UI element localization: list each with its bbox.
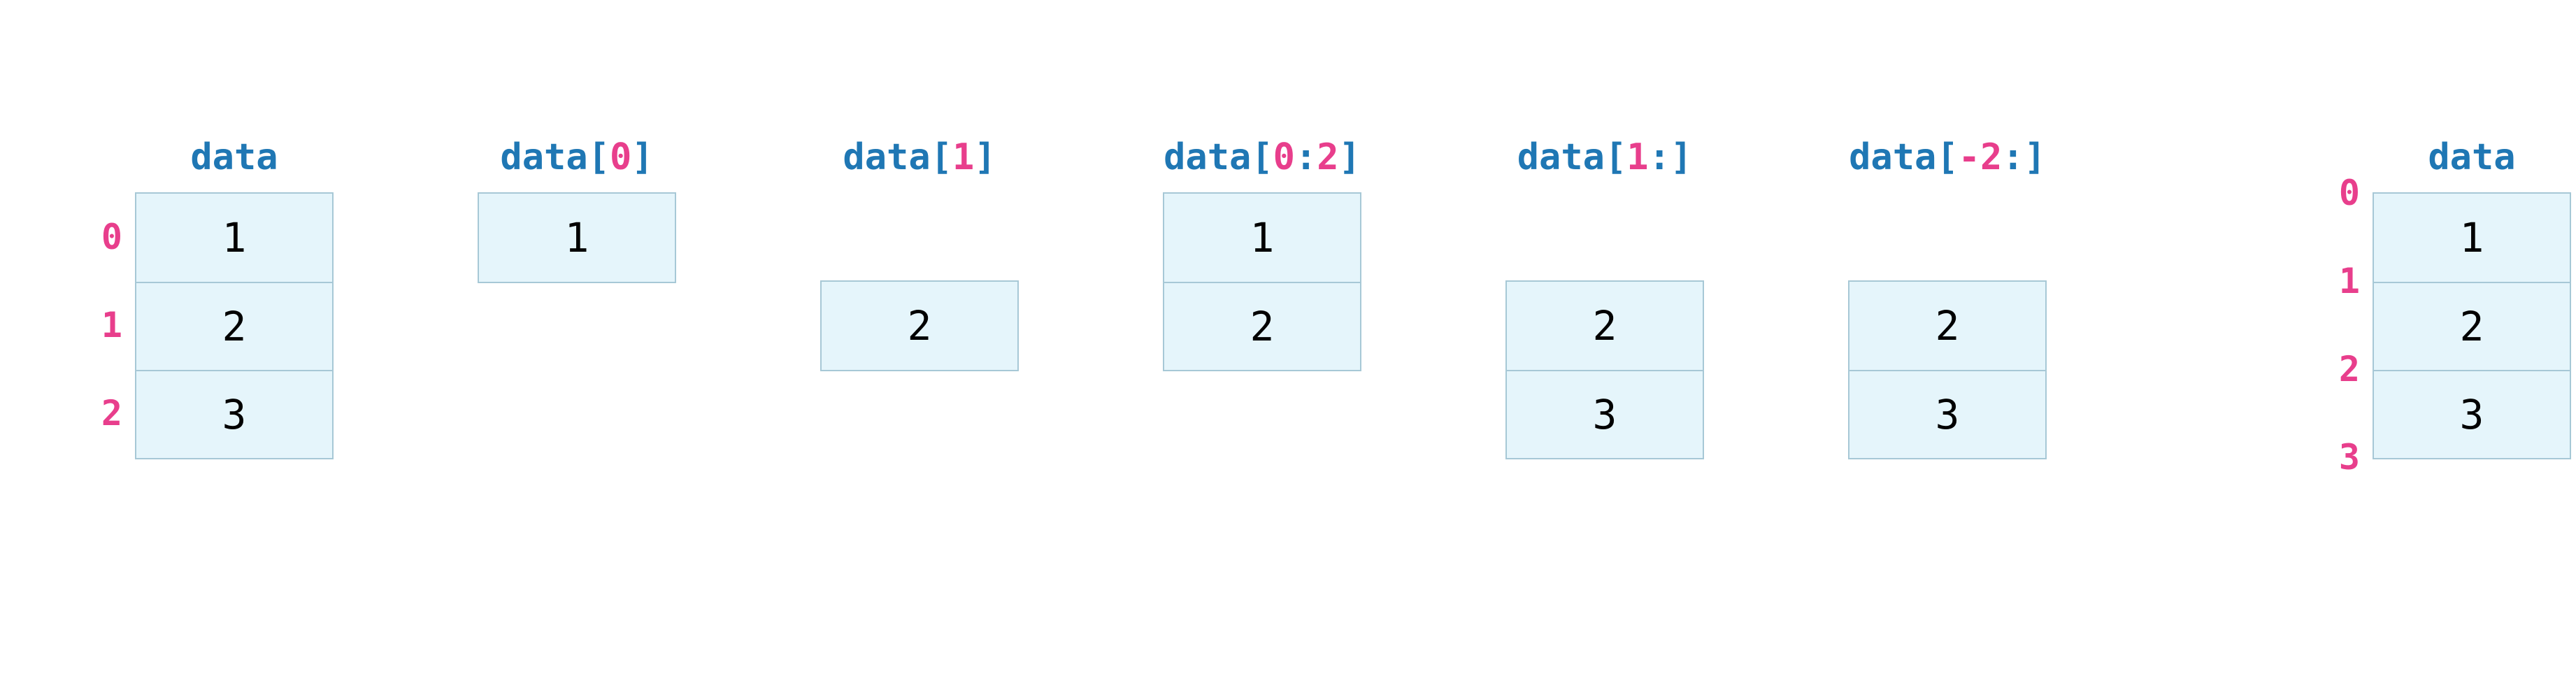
panel-4-stack: 23 xyxy=(1505,280,1704,459)
panel-3: data[0:2] 12 xyxy=(1133,0,1391,688)
panel-1-cell-0: 1 xyxy=(479,194,675,282)
panel-6-cell-2: 3 xyxy=(2374,370,2570,458)
panel-6-left-idx-3: 3 xyxy=(2304,437,2360,478)
panel-4-cell-1: 3 xyxy=(1507,370,1703,458)
panel-0-cell-0: 1 xyxy=(136,194,332,282)
panel-3-stack: 12 xyxy=(1163,192,1361,371)
panel-1-stack: 1 xyxy=(478,192,676,283)
panel-3-cell-0: 1 xyxy=(1164,194,1360,282)
panel-0: data123012 xyxy=(105,0,364,688)
panel-4-cell-0: 2 xyxy=(1507,282,1703,370)
panel-6-stack: 123 xyxy=(2373,192,2571,459)
panel-3-title: data[0:2] xyxy=(1133,136,1391,178)
panel-0-cell-2: 3 xyxy=(136,370,332,458)
panel-5-title: data[-2:] xyxy=(1818,136,2077,178)
panel-4: data[1:] 23 xyxy=(1475,0,1734,688)
panel-2-stack: 2 xyxy=(820,280,1019,371)
panel-2-title: data[1] xyxy=(790,136,1049,178)
panel-5-cell-1: 3 xyxy=(1849,370,2045,458)
panel-6-left-idx-1: 1 xyxy=(2304,261,2360,301)
panel-5-stack: 23 xyxy=(1848,280,2047,459)
panel-2-cell-0: 2 xyxy=(822,282,1017,370)
panel-0-left-idx-0: 0 xyxy=(66,217,122,257)
panel-5-cell-0: 2 xyxy=(1849,282,2045,370)
panel-1: data[0] 1 xyxy=(448,0,706,688)
panel-6: data1230123-2-1 xyxy=(2342,0,2576,688)
panel-6-left-idx-2: 2 xyxy=(2304,349,2360,389)
panel-2: data[1] 2 xyxy=(790,0,1049,688)
panel-0-title: data xyxy=(105,136,364,178)
panel-0-cell-1: 2 xyxy=(136,282,332,370)
panel-0-left-idx-2: 2 xyxy=(66,393,122,433)
panel-6-cell-0: 1 xyxy=(2374,194,2570,282)
panel-0-stack: 123 xyxy=(135,192,334,459)
panel-6-title: data xyxy=(2342,136,2576,178)
panel-0-left-idx-1: 1 xyxy=(66,305,122,345)
panel-3-cell-1: 2 xyxy=(1164,282,1360,370)
panel-6-left-idx-0: 0 xyxy=(2304,173,2360,213)
panel-1-title: data[0] xyxy=(448,136,706,178)
panel-4-title: data[1:] xyxy=(1475,136,1734,178)
panel-6-cell-1: 2 xyxy=(2374,282,2570,370)
panel-5: data[-2:] 23 xyxy=(1818,0,2077,688)
